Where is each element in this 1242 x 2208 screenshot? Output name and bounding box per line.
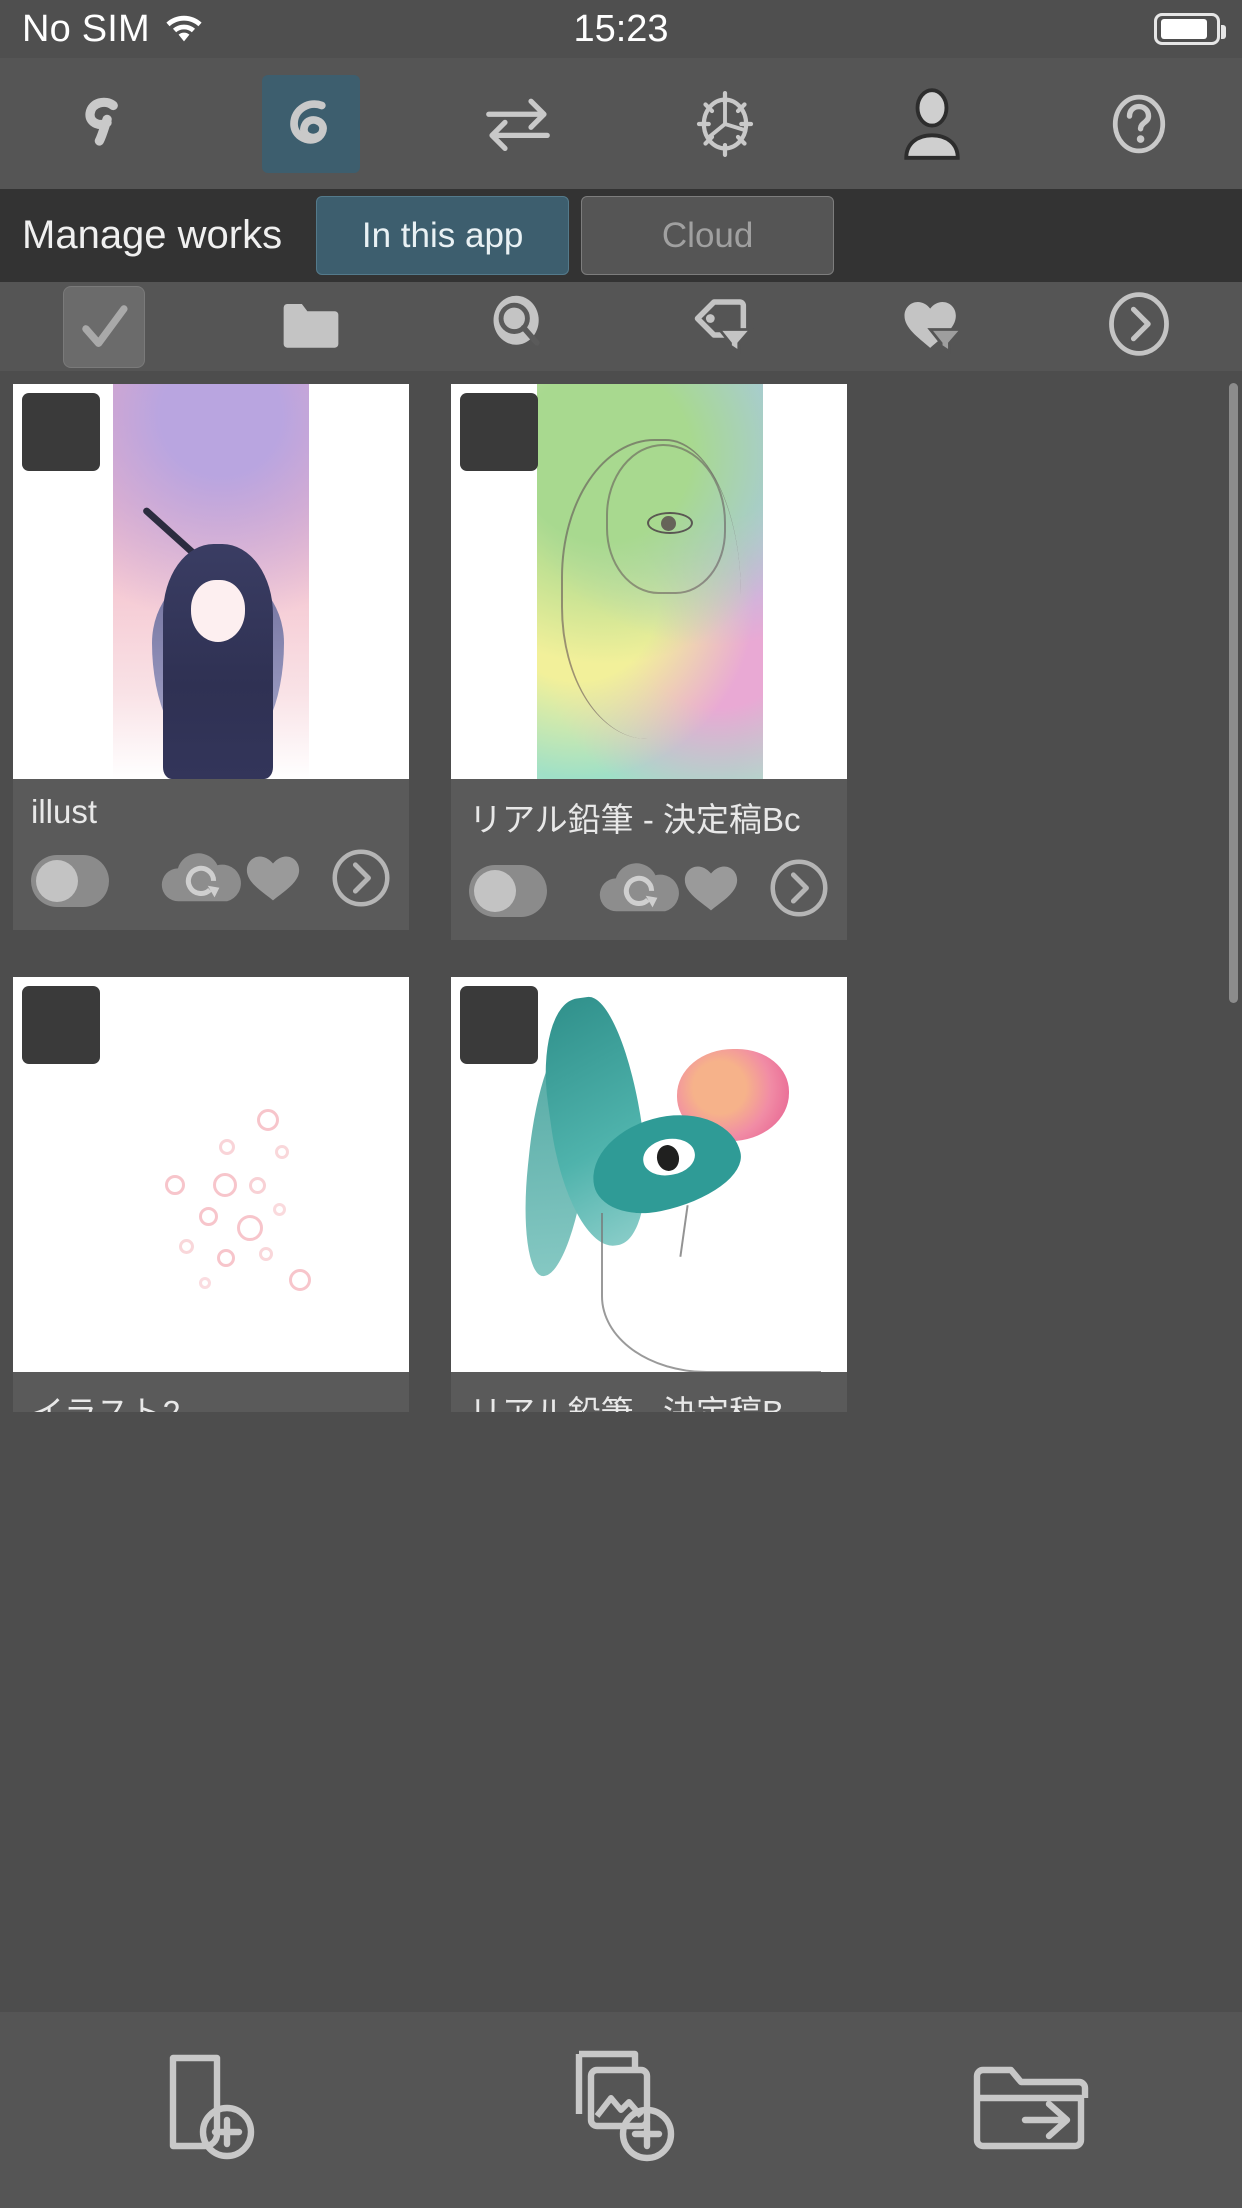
manage-bar: Manage works In this app Cloud [0, 189, 1242, 282]
work-card-controls [31, 847, 391, 914]
tab-in-this-app[interactable]: In this app [316, 196, 570, 275]
work-thumbnail[interactable] [13, 384, 409, 779]
cloud-sync-toggle[interactable] [469, 864, 547, 917]
transfer-arrows-icon [469, 75, 567, 173]
work-card[interactable]: リアル鉛筆 - 決定稿B [451, 977, 847, 1412]
new-from-image-icon [555, 2046, 687, 2175]
work-card-controls [469, 857, 829, 924]
works-grid: illust リアル鉛筆 - 決定稿Bc [0, 371, 1242, 1412]
work-card[interactable]: イラスト2 [13, 977, 409, 1412]
work-select-checkbox[interactable] [22, 986, 100, 1064]
chevron-right-circle-icon [1106, 291, 1172, 362]
page-title: Manage works [22, 213, 283, 257]
brush-stroke-icon [55, 75, 153, 173]
bottom-bar [0, 2012, 1242, 2208]
action-bar [0, 282, 1242, 371]
work-select-checkbox[interactable] [460, 393, 538, 471]
bottom-new-from-image[interactable] [414, 2046, 828, 2175]
tag-filter-icon [692, 294, 758, 359]
toolbar-item-transfer[interactable] [414, 58, 621, 189]
help-question-icon [1090, 75, 1188, 173]
work-card[interactable]: illust [13, 384, 409, 940]
bottom-open-folder[interactable] [828, 2048, 1242, 2173]
favorite-heart-icon[interactable] [243, 850, 303, 911]
battery-icon [1154, 13, 1226, 45]
work-detail-chevron-icon[interactable] [331, 848, 391, 913]
toolbar-item-settings[interactable] [621, 58, 828, 189]
cloud-sync-icon[interactable] [157, 847, 243, 914]
toolbar-item-brush[interactable] [0, 58, 207, 189]
work-card-footer: イラスト2 [13, 1372, 409, 1412]
open-folder-icon [969, 2048, 1101, 2173]
action-select[interactable] [0, 282, 207, 371]
folder-icon [280, 296, 342, 357]
work-card-footer: リアル鉛筆 - 決定稿Bc [451, 779, 847, 940]
work-select-checkbox[interactable] [460, 986, 538, 1064]
spiral-works-icon [261, 74, 360, 173]
toolbar-item-works[interactable] [207, 58, 414, 189]
works-gallery[interactable]: illust リアル鉛筆 - 決定稿Bc [0, 371, 1242, 1412]
status-bar: No SIM 15:23 [0, 0, 1242, 58]
work-thumbnail[interactable] [13, 977, 409, 1372]
work-title: イラスト2 [31, 1386, 391, 1412]
work-card-footer: illust [13, 779, 409, 930]
cloud-sync-icon[interactable] [595, 857, 681, 924]
tab-cloud[interactable]: Cloud [581, 196, 835, 275]
work-thumbnail[interactable] [451, 977, 847, 1372]
work-title: illust [31, 793, 98, 830]
account-person-icon [883, 75, 981, 173]
toolbar-item-account[interactable] [828, 58, 1035, 189]
favorite-heart-icon[interactable] [681, 860, 741, 921]
status-bar-right [1154, 13, 1226, 45]
gallery-scrollbar[interactable] [1229, 383, 1238, 1003]
search-icon [486, 292, 550, 361]
work-card[interactable]: リアル鉛筆 - 決定稿Bc [451, 384, 847, 940]
gear-icon [676, 75, 774, 173]
new-canvas-icon [145, 2046, 269, 2175]
select-check-icon [62, 285, 145, 368]
bottom-new-canvas[interactable] [0, 2046, 414, 2175]
favorite-filter-icon [899, 294, 965, 359]
action-favorite-filter[interactable] [828, 282, 1035, 371]
work-select-checkbox[interactable] [22, 393, 100, 471]
storage-segmented-control: In this app Cloud [316, 196, 835, 275]
cloud-sync-toggle[interactable] [31, 854, 109, 907]
work-title: リアル鉛筆 - 決定稿Bc [469, 801, 801, 838]
work-title: リアル鉛筆 - 決定稿B [469, 1386, 829, 1412]
work-card-footer: リアル鉛筆 - 決定稿B [451, 1372, 847, 1412]
top-toolbar [0, 58, 1242, 189]
toolbar-item-help[interactable] [1035, 58, 1242, 189]
action-folder[interactable] [207, 282, 414, 371]
action-tag-filter[interactable] [621, 282, 828, 371]
clock-label: 15:23 [573, 7, 669, 50]
work-thumbnail[interactable] [451, 384, 847, 779]
action-search[interactable] [414, 282, 621, 371]
app-screen: No SIM 15:23 Manage works In this app Cl… [0, 0, 1242, 2208]
work-detail-chevron-icon[interactable] [769, 858, 829, 923]
action-more[interactable] [1035, 282, 1242, 371]
